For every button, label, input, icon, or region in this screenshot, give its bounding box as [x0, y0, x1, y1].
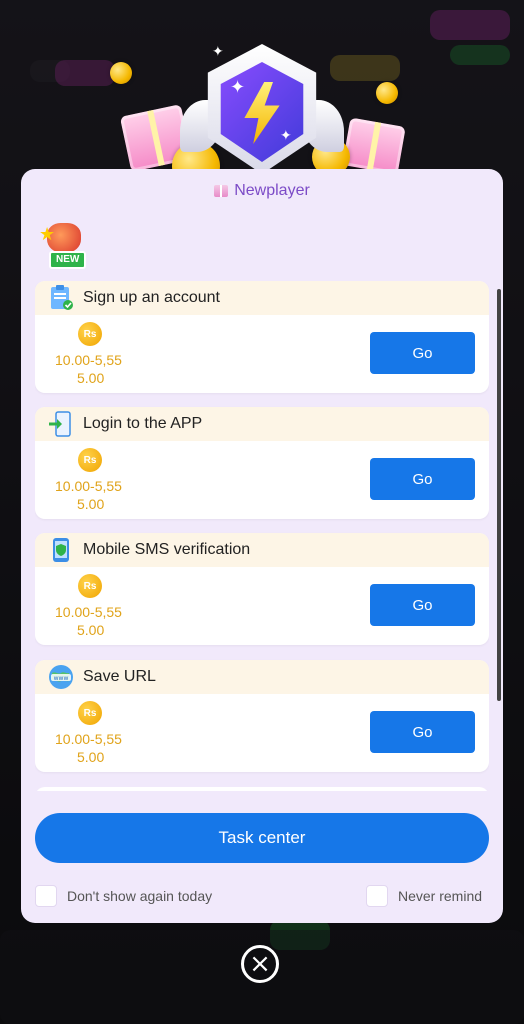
new-tag: NEW	[49, 251, 87, 269]
sparkle-icon: ✦	[280, 127, 292, 143]
gift-box-icon	[342, 117, 406, 175]
reward-amount: 5.00	[77, 496, 105, 512]
reward-amount: 5.00	[77, 370, 105, 386]
phone-login-icon	[47, 410, 75, 438]
task-header: Login to the APP	[35, 407, 489, 441]
phone-shield-icon	[47, 536, 75, 564]
rupee-coin-icon: Rs	[78, 574, 102, 598]
list-scrollbar[interactable]	[497, 289, 501, 701]
rupee-coin-icon: Rs	[78, 448, 102, 472]
dont-show-today-label: Don't show again today	[67, 888, 213, 904]
rupee-coin-icon: Rs	[78, 322, 102, 346]
star-icon: ★	[39, 224, 56, 244]
sparkle-icon: ✦	[230, 77, 246, 97]
coin-icon	[376, 82, 398, 104]
sparkle-icon: ✦	[212, 43, 224, 59]
task-header: www Save URL	[35, 660, 489, 694]
task-title: Sign up an account	[83, 289, 220, 306]
gift-icon	[214, 185, 229, 197]
go-button[interactable]: Go	[370, 711, 475, 753]
reward-range: 10.00-5,55	[55, 478, 122, 494]
close-icon[interactable]: ×	[241, 945, 279, 983]
task-title: Login to the APP	[83, 415, 203, 432]
task-title: Mobile SMS verification	[83, 541, 251, 558]
task-card: www Save URL Rs 10.00-5,55 5.00 Go	[35, 660, 489, 772]
svg-text:www: www	[54, 675, 69, 682]
new-player-icon: ★ NEW	[39, 221, 89, 269]
clipboard-check-icon	[47, 284, 75, 312]
rupee-coin-icon: Rs	[78, 701, 102, 725]
task-card-partial	[35, 787, 489, 791]
reward-amount: 5.00	[77, 749, 105, 765]
never-remind-option[interactable]: Never remind	[366, 885, 482, 907]
dont-show-today-checkbox[interactable]	[35, 885, 57, 907]
task-card: Mobile SMS verification Rs 10.00-5,55 5.…	[35, 533, 489, 645]
reward-range: 10.00-5,55	[55, 604, 122, 620]
task-list[interactable]: Sign up an account Rs 10.00-5,55 5.00 Go…	[35, 281, 489, 791]
go-button[interactable]: Go	[370, 584, 475, 626]
task-card: Login to the APP Rs 10.00-5,55 5.00 Go	[35, 407, 489, 519]
task-title: Save URL	[83, 668, 156, 685]
modal-title: Newplayer	[21, 179, 503, 203]
task-card: Sign up an account Rs 10.00-5,55 5.00 Go	[35, 281, 489, 393]
reward-range: 10.00-5,55	[55, 352, 122, 368]
newplayer-modal: Newplayer ★ NEW Sign up an account Rs 10…	[21, 169, 503, 923]
task-header: Sign up an account	[35, 281, 489, 315]
dont-show-today-option[interactable]: Don't show again today	[35, 885, 212, 907]
coin-icon	[110, 62, 132, 84]
reward-range: 10.00-5,55	[55, 731, 122, 747]
never-remind-label: Never remind	[398, 888, 483, 904]
go-button[interactable]: Go	[370, 332, 475, 374]
modal-title-text: Newplayer	[234, 182, 310, 199]
reward-amount: 5.00	[77, 622, 105, 638]
newplayer-badge-art: ✦ ✦ ✦	[0, 30, 524, 190]
globe-www-icon: www	[47, 663, 75, 691]
go-button[interactable]: Go	[370, 458, 475, 500]
never-remind-checkbox[interactable]	[366, 885, 388, 907]
task-header: Mobile SMS verification	[35, 533, 489, 567]
task-center-button[interactable]: Task center	[35, 813, 489, 863]
